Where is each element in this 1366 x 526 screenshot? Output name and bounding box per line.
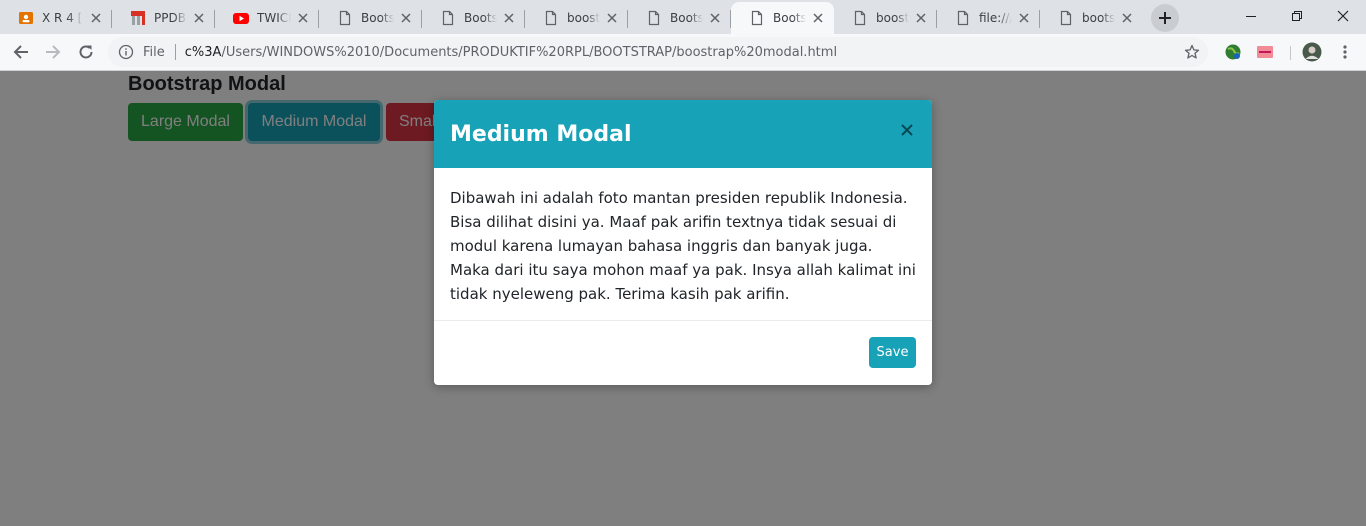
reload-icon <box>78 44 94 60</box>
page-icon <box>749 10 765 26</box>
close-icon[interactable] <box>1119 10 1135 26</box>
modal-close-button[interactable] <box>899 122 915 138</box>
arrow-left-icon <box>13 44 29 60</box>
tab-title: file:///C <box>979 11 1012 25</box>
browser-tab[interactable]: bootstr <box>1040 2 1143 34</box>
restore-icon <box>1291 10 1303 22</box>
close-icon[interactable] <box>88 10 104 26</box>
red-extension-icon[interactable] <box>1256 43 1274 61</box>
page-icon <box>1058 10 1074 26</box>
browser-tab[interactable]: X R 4 [ I <box>0 2 112 34</box>
scheme-label: File <box>143 44 165 60</box>
url-text[interactable]: c%3A/Users/WINDOWS%2010/Documents/PRODUK… <box>185 45 837 60</box>
browser-tab[interactable]: boostra <box>525 2 628 34</box>
minimize-icon <box>1245 10 1257 22</box>
close-icon[interactable] <box>604 10 620 26</box>
close-icon[interactable] <box>295 10 311 26</box>
browser-tab[interactable]: file:///C <box>937 2 1040 34</box>
tab-title: Bootstr <box>773 11 806 25</box>
tab-title: TWICE <box>257 11 291 25</box>
minimize-button[interactable] <box>1228 0 1274 32</box>
tab-title: Bootsra <box>670 11 703 25</box>
tab-title: boostra <box>567 11 600 25</box>
info-icon[interactable] <box>118 44 134 60</box>
forward-button[interactable] <box>40 39 66 65</box>
close-icon[interactable] <box>398 10 414 26</box>
close-icon[interactable] <box>501 10 517 26</box>
close-icon[interactable] <box>810 10 826 26</box>
page-icon <box>955 10 971 26</box>
close-icon[interactable] <box>707 10 723 26</box>
address-bar[interactable]: File c%3A/Users/WINDOWS%2010/Documents/P… <box>108 37 1208 67</box>
browser-tab[interactable]: PPDB C <box>112 2 215 34</box>
browser-tab[interactable]: Bootstr <box>319 2 422 34</box>
browser-tab[interactable]: TWICE <box>215 2 319 34</box>
browser-tab[interactable]: boostra <box>834 2 937 34</box>
classroom-icon <box>18 10 34 26</box>
close-icon <box>901 124 913 136</box>
page-icon <box>646 10 662 26</box>
page-icon <box>337 10 353 26</box>
url-path: /Users/WINDOWS%2010/Documents/PRODUKTIF%… <box>221 44 838 60</box>
url-host: c%3A <box>184 44 222 60</box>
browser-tab-active[interactable]: Bootstr <box>731 2 834 34</box>
ppdb-logo-icon <box>130 10 146 26</box>
reload-button[interactable] <box>73 39 99 65</box>
tab-title: Bootstr <box>361 11 394 25</box>
arrow-right-icon <box>45 44 61 60</box>
modal-body: Dibawah ini adalah foto mantan presiden … <box>434 168 932 321</box>
close-icon[interactable] <box>1016 10 1032 26</box>
divider <box>174 44 176 60</box>
restore-button[interactable] <box>1274 0 1320 32</box>
tab-title: boostra <box>876 11 909 25</box>
browser-tab[interactable]: Bootsra <box>628 2 731 34</box>
page-icon <box>440 10 456 26</box>
close-icon <box>1337 10 1349 22</box>
youtube-icon <box>233 10 249 26</box>
modal-footer: Save <box>434 321 932 385</box>
window-close-button[interactable] <box>1320 0 1366 32</box>
modal-header: Medium Modal <box>434 100 932 168</box>
tab-title: PPDB C <box>154 11 187 25</box>
bookmark-star-icon[interactable] <box>1184 44 1200 60</box>
kebab-menu-icon[interactable] <box>1336 43 1354 61</box>
tab-title: bootstr <box>1082 11 1115 25</box>
toolbar-separator <box>1290 46 1291 60</box>
back-button[interactable] <box>8 39 34 65</box>
page-icon <box>543 10 559 26</box>
globe-extension-icon[interactable] <box>1224 43 1242 61</box>
tab-strip: X R 4 [ I PPDB C TWICE Bootstr Bootstr b… <box>0 0 1366 34</box>
browser-tab[interactable]: Bootstr <box>422 2 525 34</box>
tab-title: X R 4 [ I <box>42 11 84 25</box>
browser-toolbar: File c%3A/Users/WINDOWS%2010/Documents/P… <box>0 34 1366 71</box>
page-icon <box>852 10 868 26</box>
tab-title: Bootstr <box>464 11 497 25</box>
close-icon[interactable] <box>913 10 929 26</box>
save-button[interactable]: Save <box>869 337 916 368</box>
plus-icon <box>1158 11 1172 25</box>
new-tab-button[interactable] <box>1151 4 1179 32</box>
profile-avatar[interactable] <box>1302 42 1322 62</box>
modal-title: Medium Modal <box>450 121 632 147</box>
modal-body-text: Dibawah ini adalah foto mantan presiden … <box>450 189 916 303</box>
medium-modal-dialog: Medium Modal Dibawah ini adalah foto man… <box>434 100 932 385</box>
close-icon[interactable] <box>191 10 207 26</box>
